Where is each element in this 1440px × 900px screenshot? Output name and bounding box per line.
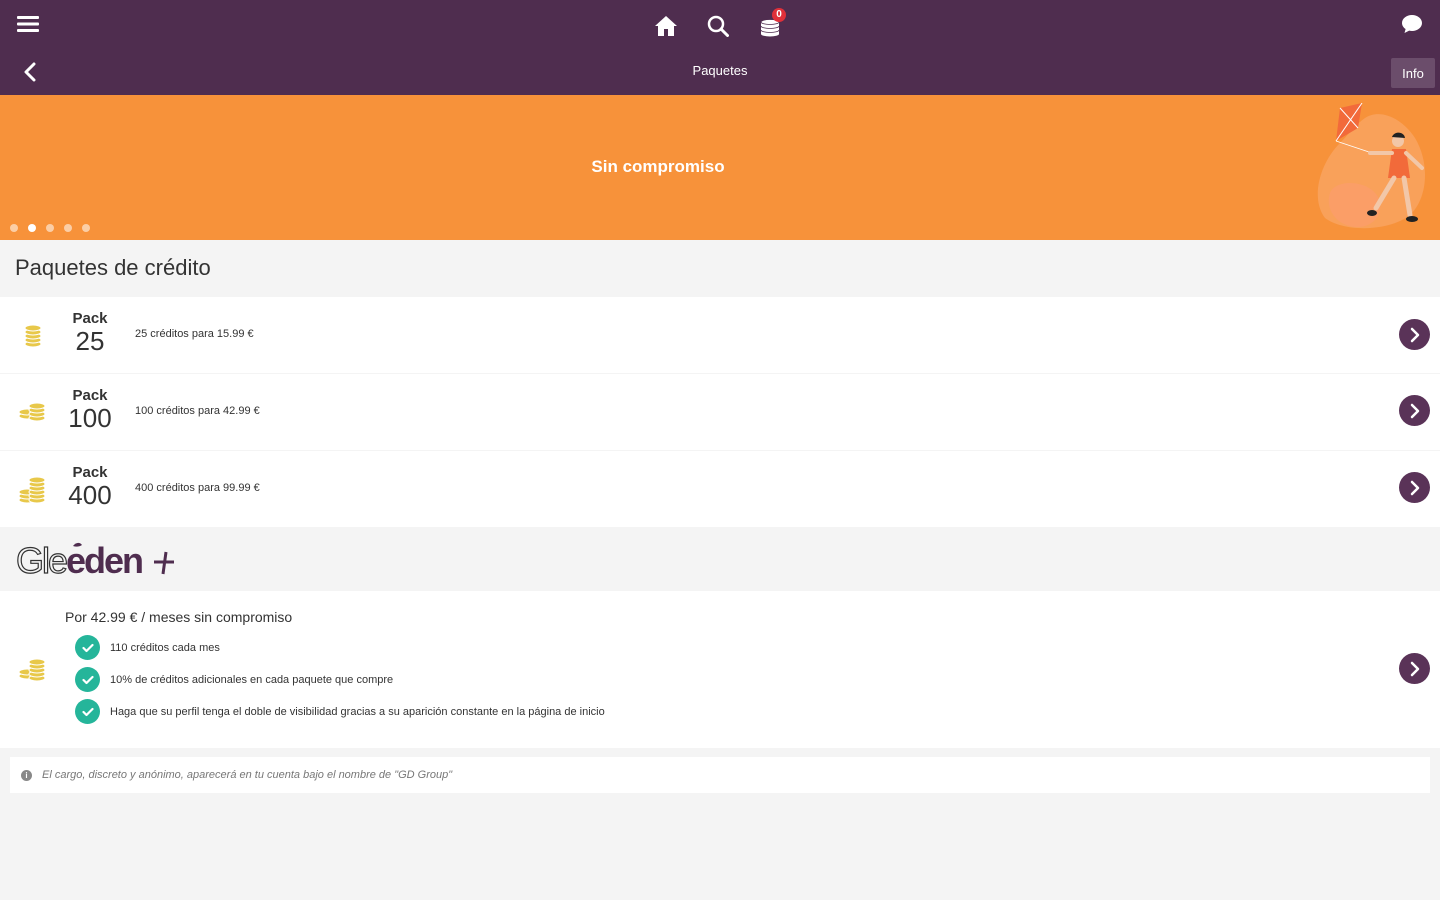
subscription-price: Por 42.99 € / meses sin compromiso (65, 609, 293, 625)
pack-400-arrow-button[interactable] (1399, 472, 1430, 503)
pack-description: 25 créditos para 15.99 € (135, 328, 254, 340)
billing-note-text: El cargo, discreto y anónimo, aparecerá … (42, 769, 453, 781)
pack-number: 400 (68, 480, 112, 510)
search-icon (707, 15, 729, 37)
pack-description: 400 créditos para 99.99 € (135, 482, 260, 494)
brand-area (0, 527, 1440, 590)
svg-text:Gle: Gle (16, 540, 67, 580)
home-button[interactable] (648, 8, 684, 44)
kite-person-illustration (1317, 103, 1426, 229)
feature-text: 10% de créditos adicionales en cada paqu… (110, 673, 394, 686)
section-title: Paquetes de crédito (15, 255, 211, 280)
pack-name: Pack 25 (60, 297, 120, 355)
feature-item: 110 créditos cada mes (75, 635, 220, 660)
hamburger-icon (17, 16, 39, 32)
check-icon (75, 667, 100, 692)
pack-row-400[interactable]: Pack 400 400 créditos para 99.99 € (0, 451, 1440, 527)
subscription-arrow-button[interactable] (1399, 653, 1430, 684)
page-title: Paquetes (692, 63, 748, 78)
chat-button[interactable] (1394, 6, 1430, 42)
search-button[interactable] (700, 8, 736, 44)
menu-button[interactable] (10, 8, 46, 40)
pack-number: 100 (68, 403, 112, 433)
pack-number: 25 (75, 326, 105, 356)
feature-item: Haga que su perfil tenga el doble de vis… (75, 699, 605, 724)
pack-description: 100 créditos para 42.99 € (135, 405, 260, 417)
info-icon: i (21, 769, 32, 781)
check-icon (75, 699, 100, 724)
check-icon (75, 635, 100, 660)
pack-100-arrow-button[interactable] (1399, 395, 1430, 426)
pack-label: Pack (72, 464, 108, 481)
pack-name: Pack 400 (60, 451, 120, 509)
carousel-dot[interactable] (64, 224, 72, 232)
pack-row-25[interactable]: Pack 25 25 créditos para 15.99 € (0, 297, 1440, 373)
pack-name: Pack 100 (60, 374, 120, 432)
chevron-left-icon (24, 62, 36, 82)
carousel-dot-active[interactable] (28, 224, 36, 232)
coins-icon (24, 324, 42, 348)
coins-icon (18, 402, 46, 422)
pack-label: Pack (72, 310, 108, 327)
credits-badge: 0 (772, 8, 786, 22)
pack-25-arrow-button[interactable] (1399, 319, 1430, 350)
carousel-dot[interactable] (82, 224, 90, 232)
chevron-right-icon (1410, 661, 1419, 676)
feature-text: 110 créditos cada mes (110, 641, 220, 654)
banner-text: Sin compromiso (591, 157, 725, 176)
subscription-box[interactable]: Por 42.99 € / meses sin compromiso 110 c… (0, 591, 1440, 748)
chevron-right-icon (1410, 327, 1419, 342)
back-button[interactable] (14, 56, 46, 88)
carousel-dot[interactable] (46, 224, 54, 232)
pack-label: Pack (72, 387, 108, 404)
carousel-dot[interactable] (10, 224, 18, 232)
chat-bubble-icon (1402, 15, 1422, 33)
gleeden-plus-logo: Gle eden (16, 540, 174, 580)
home-icon (655, 16, 677, 36)
info-button[interactable]: Info (1391, 58, 1435, 88)
pack-row-100[interactable]: Pack 100 100 créditos para 42.99 € (0, 374, 1440, 450)
billing-note: i El cargo, discreto y anónimo, aparecer… (10, 757, 1430, 793)
feature-item: 10% de créditos adicionales en cada paqu… (75, 667, 393, 692)
feature-text: Haga que su perfil tenga el doble de vis… (110, 705, 605, 718)
carousel-dots (10, 224, 90, 232)
coins-icon (18, 476, 46, 504)
promo-banner[interactable]: Sin compromiso (0, 95, 1440, 240)
chevron-right-icon (1410, 480, 1419, 495)
chevron-right-icon (1410, 403, 1419, 418)
coins-icon (18, 658, 46, 682)
